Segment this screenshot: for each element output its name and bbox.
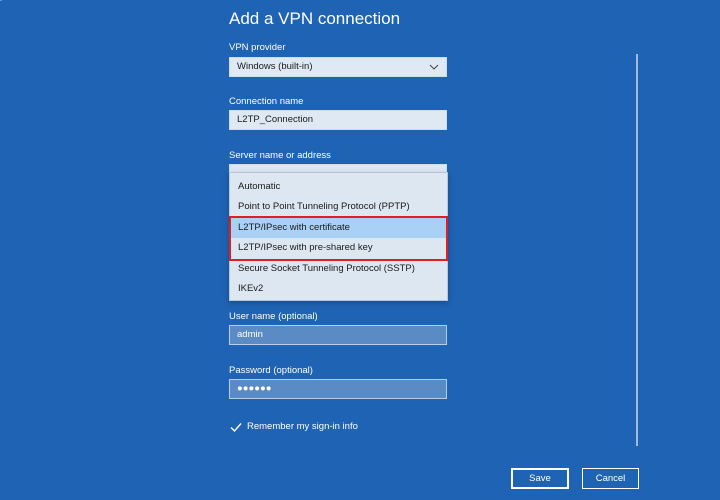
connection-name-input[interactable]: L2TP_Connection (229, 110, 447, 130)
vpn-provider-label: VPN provider (229, 42, 286, 53)
connection-name-label: Connection name (229, 96, 304, 107)
page-title: Add a VPN connection (229, 9, 401, 28)
vpn-type-option-sstp[interactable]: Secure Socket Tunneling Protocol (SSTP) (230, 259, 447, 279)
remember-sign-in-label[interactable]: Remember my sign-in info (247, 421, 358, 432)
username-input[interactable]: admin (229, 325, 447, 345)
save-button[interactable]: Save (511, 468, 569, 489)
cancel-button[interactable]: Cancel (582, 468, 639, 489)
vpn-type-option-ikev2[interactable]: IKEv2 (230, 279, 447, 299)
vpn-type-option-automatic[interactable]: Automatic (230, 177, 447, 197)
username-label: User name (optional) (229, 311, 318, 322)
server-name-label: Server name or address (229, 150, 331, 161)
checkmark-icon[interactable] (229, 420, 243, 434)
annotation-highlight-box (229, 216, 448, 261)
scrollbar[interactable] (636, 54, 638, 446)
vpn-type-option-pptp[interactable]: Point to Point Tunneling Protocol (PPTP) (230, 197, 447, 217)
vpn-provider-select[interactable]: Windows (built-in) (229, 57, 447, 77)
vpn-provider-value: Windows (built-in) (237, 61, 313, 72)
password-input[interactable]: ●●●●●● (229, 379, 447, 399)
chevron-down-icon (429, 64, 439, 70)
password-label: Password (optional) (229, 365, 313, 376)
corner-mark: ‘ (0, 0, 2, 7)
